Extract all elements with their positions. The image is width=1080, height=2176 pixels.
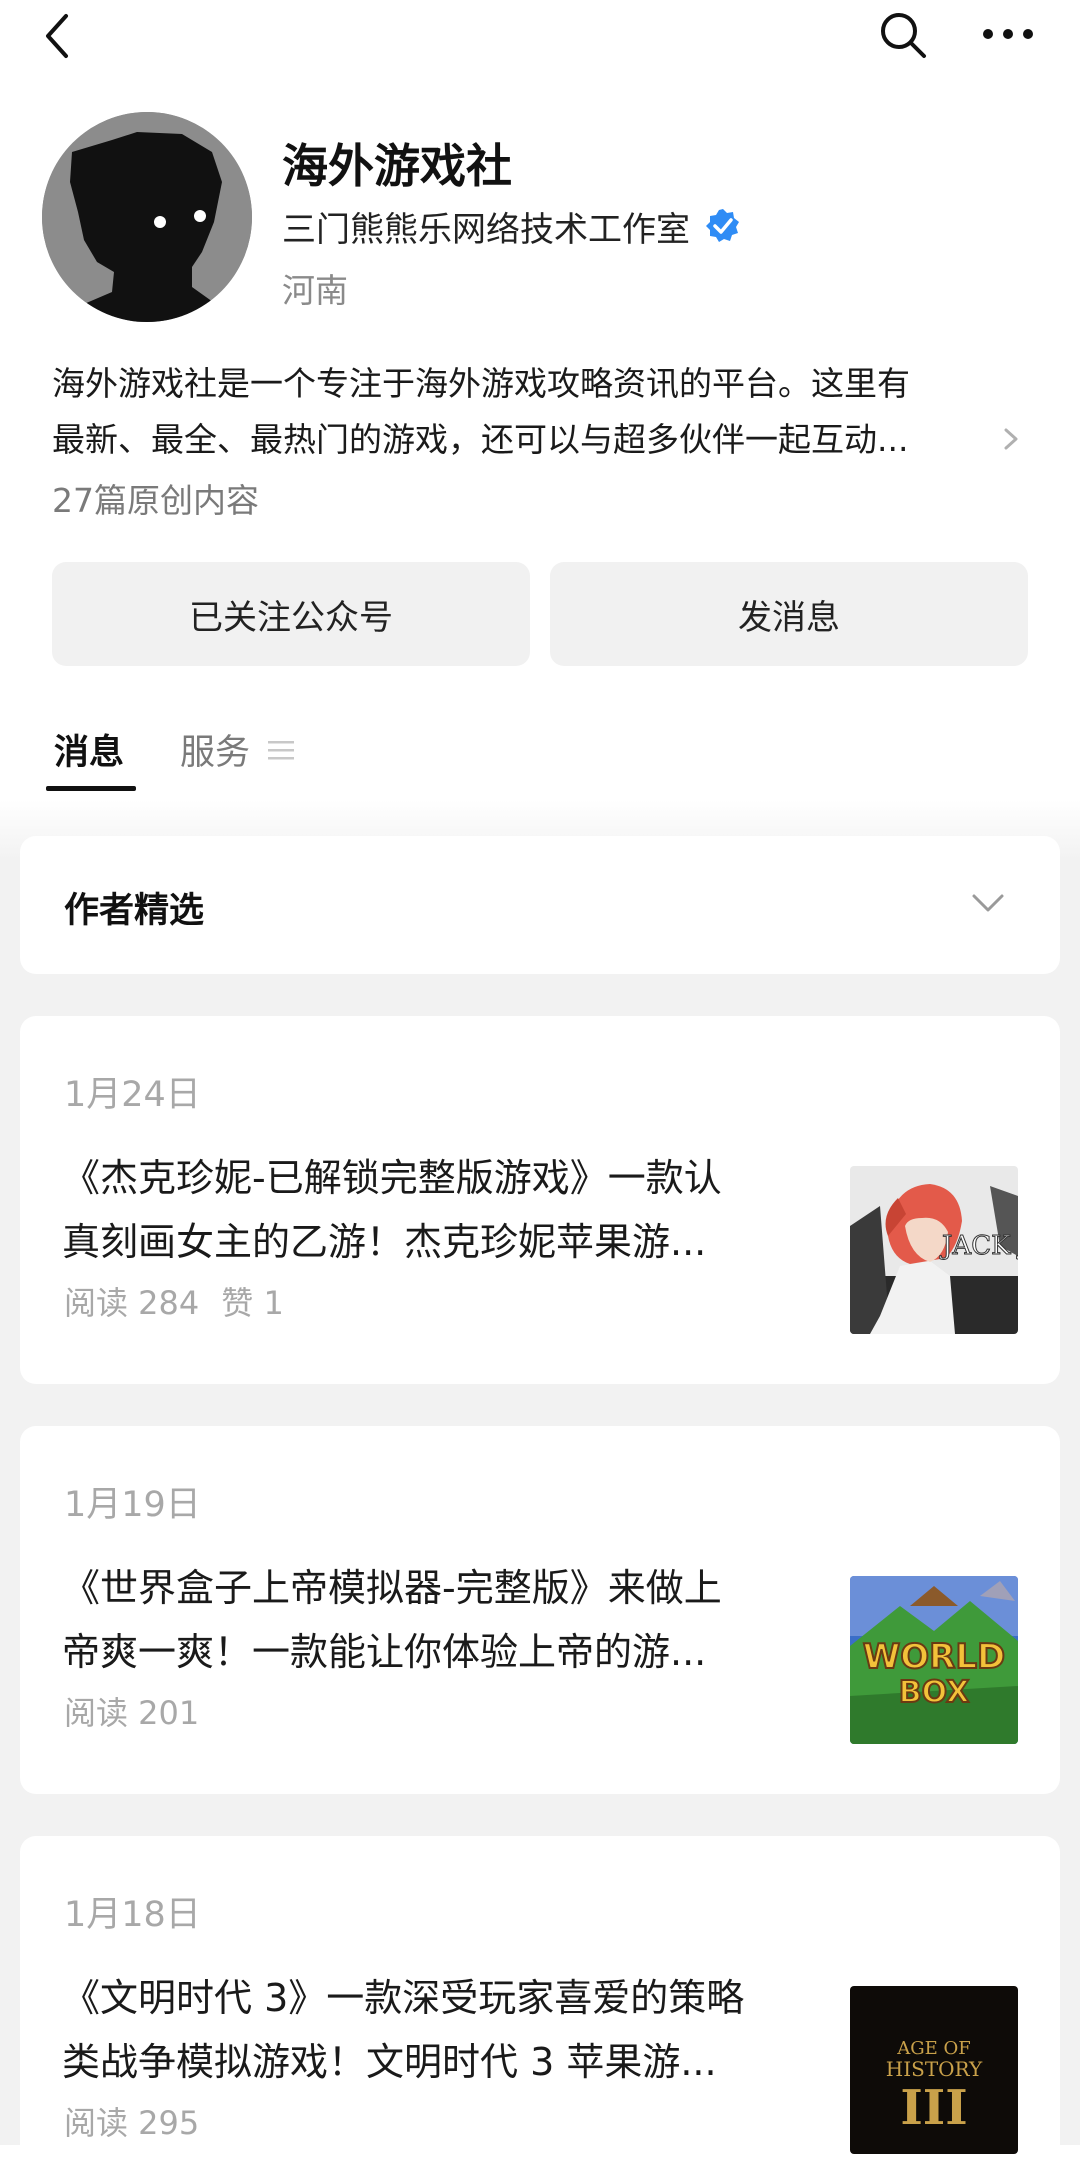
worldbox-thumbnail-image: WORLD BOX	[850, 1576, 1018, 1744]
article-title: 《杰克珍妮-已解锁完整版游戏》一款认 真刻画女主的乙游！杰克珍妮苹果游...	[62, 1146, 842, 1274]
tab-services-label: 服务	[180, 733, 251, 773]
thumb-caption-line1: WORLD	[863, 1637, 1005, 1677]
thumb-caption-line2: BOX	[899, 1675, 969, 1710]
article-card[interactable]: 1月24日 《杰克珍妮-已解锁完整版游戏》一款认 真刻画女主的乙游！杰克珍妮苹果…	[20, 1016, 1060, 1384]
article-title-line: 真刻画女主的乙游！杰克珍妮苹果游...	[62, 1220, 707, 1264]
article-stats: 阅读 201	[64, 1688, 199, 1734]
account-description[interactable]: 海外游戏社是一个专注于海外游戏攻略资讯的平台。这里有 最新、最全、最热门的游戏，…	[52, 356, 1002, 468]
more-dots-icon	[983, 29, 1033, 39]
back-button[interactable]	[38, 10, 78, 62]
thumb-caption: JACK JEAN	[939, 1231, 1018, 1261]
avatar[interactable]	[42, 112, 252, 322]
tab-services[interactable]: 服务	[180, 724, 295, 775]
article-date: 1月24日	[64, 1075, 201, 1115]
article-date: 1月18日	[64, 1895, 201, 1935]
followed-button[interactable]: 已关注公众号	[52, 562, 530, 666]
article-title-line: 类战争模拟游戏！文明时代 3 苹果游...	[62, 2040, 717, 2084]
avatar-silhouette-icon	[42, 112, 252, 322]
send-message-button[interactable]: 发消息	[550, 562, 1028, 666]
article-stats: 阅读 284 赞 1	[64, 1278, 284, 1324]
article-title-line: 《杰克珍妮-已解锁完整版游戏》一款认	[62, 1156, 722, 1200]
verified-icon	[706, 209, 739, 242]
top-bar	[0, 0, 1080, 70]
region-label: 河南	[282, 271, 348, 310]
author-picks-card[interactable]: 作者精选	[20, 836, 1060, 974]
active-tab-indicator	[46, 786, 136, 791]
description-line: 最新、最全、最热门的游戏，还可以与超多伙伴一起互动...	[52, 420, 909, 459]
author-picks-title: 作者精选	[64, 891, 205, 931]
search-button[interactable]	[876, 8, 930, 62]
original-count[interactable]: 27篇原创内容	[52, 474, 259, 522]
page: 海外游戏社 三门熊熊乐网络技术工作室 河南 海外游戏社是一个专注于海外游戏攻略资…	[0, 0, 1080, 2176]
article-title-line: 帝爽一爽！一款能让你体验上帝的游...	[62, 1630, 707, 1674]
thumb-caption-line2: HISTORY	[886, 2057, 983, 2081]
jack-jeanne-thumbnail-image: JACK JEAN	[850, 1166, 1018, 1334]
article-title: 《世界盒子上帝模拟器-完整版》来做上 帝爽一爽！一款能让你体验上帝的游...	[62, 1556, 842, 1684]
age-of-history-thumbnail-image: AGE OF HISTORY III	[850, 1986, 1018, 2154]
thumb-caption-line1: AGE OF	[896, 2038, 971, 2059]
read-count: 阅读 201	[64, 1694, 200, 1732]
article-card[interactable]: 1月19日 《世界盒子上帝模拟器-完整版》来做上 帝爽一爽！一款能让你体验上帝的…	[20, 1426, 1060, 1794]
back-arrow-icon	[46, 14, 68, 58]
article-title: 《文明时代 3》一款深受玩家喜爱的策略 类战争模拟游戏！文明时代 3 苹果游..…	[62, 1966, 842, 2094]
tab-messages[interactable]: 消息	[54, 724, 124, 775]
article-title-line: 《世界盒子上帝模拟器-完整版》来做上	[62, 1566, 722, 1610]
chevron-down-icon	[972, 894, 1004, 912]
more-button[interactable]	[980, 14, 1036, 54]
like-count: 赞 1	[221, 1284, 284, 1322]
article-date: 1月19日	[64, 1485, 201, 1525]
description-line: 海外游戏社是一个专注于海外游戏攻略资讯的平台。这里有	[52, 364, 910, 403]
article-title-line: 《文明时代 3》一款深受玩家喜爱的策略	[62, 1976, 745, 2020]
organization-row[interactable]: 三门熊熊乐网络技术工作室	[282, 204, 742, 250]
search-icon	[881, 13, 926, 58]
account-name: 海外游戏社	[282, 139, 512, 193]
article-thumbnail: AGE OF HISTORY III	[850, 1986, 1018, 2154]
organization-name: 三门熊熊乐网络技术工作室	[282, 209, 690, 250]
thumb-caption-line3: III	[900, 2080, 967, 2136]
article-card[interactable]: 1月18日 《文明时代 3》一款深受玩家喜爱的策略 类战争模拟游戏！文明时代 3…	[20, 1836, 1060, 2176]
read-count: 阅读 284	[64, 1284, 200, 1322]
read-count: 阅读 295	[64, 2104, 200, 2142]
article-thumbnail: WORLD BOX	[850, 1576, 1018, 1744]
article-stats: 阅读 295	[64, 2098, 199, 2144]
article-thumbnail: JACK JEAN	[850, 1166, 1018, 1334]
chevron-right-icon[interactable]	[1000, 424, 1022, 454]
menu-icon	[268, 740, 295, 759]
